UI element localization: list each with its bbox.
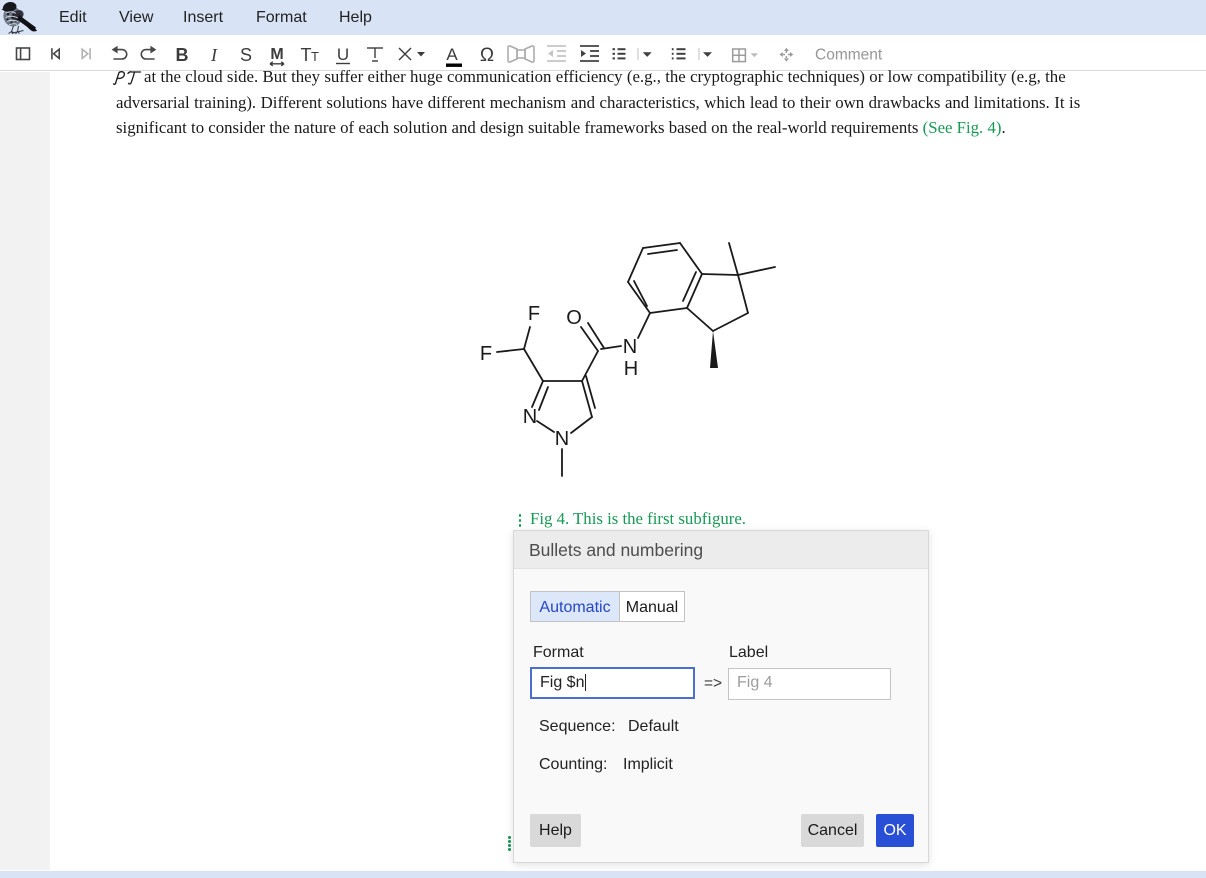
svg-text:M: M xyxy=(270,46,283,63)
svg-text:A: A xyxy=(446,45,458,64)
svg-text:I: I xyxy=(210,45,218,65)
svg-text:N: N xyxy=(555,428,569,450)
svg-text:S: S xyxy=(240,45,252,65)
svg-text:T: T xyxy=(301,45,312,65)
svg-text:F: F xyxy=(528,303,540,325)
svg-text:N: N xyxy=(523,406,537,428)
svg-text:Comment: Comment xyxy=(815,47,883,64)
svg-text:B: B xyxy=(176,45,189,65)
svg-text:H: H xyxy=(624,358,638,380)
svg-text:F: F xyxy=(480,343,492,365)
svg-text:N: N xyxy=(623,336,637,358)
svg-text:O: O xyxy=(566,307,582,329)
svg-text:Ω: Ω xyxy=(480,45,494,66)
svg-text:U: U xyxy=(337,45,349,64)
svg-text:T: T xyxy=(311,49,319,64)
